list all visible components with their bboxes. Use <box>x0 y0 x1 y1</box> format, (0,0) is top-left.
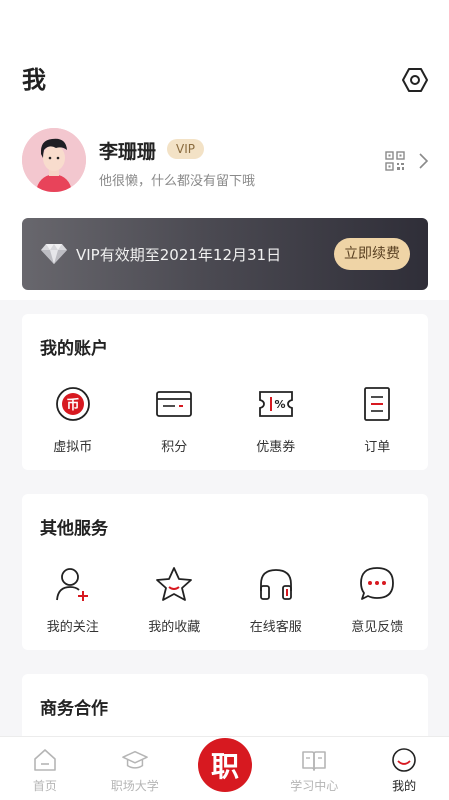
graduation-cap-icon <box>121 750 148 769</box>
header: 我 <box>22 62 429 98</box>
account-grid: 币 虚拟币 积分 % 优惠券 订单 <box>22 384 428 455</box>
qr-code-icon <box>385 151 405 171</box>
qr-code-button[interactable] <box>385 150 429 172</box>
settings-hexagon-icon <box>402 68 428 92</box>
svg-text:%: % <box>274 398 285 411</box>
service-item-following[interactable]: 我的关注 <box>22 564 124 635</box>
account-item-coupons[interactable]: % 优惠券 <box>225 384 327 455</box>
service-label-support: 在线客服 <box>249 620 302 635</box>
account-label-points: 积分 <box>161 440 188 455</box>
order-icon <box>364 387 391 421</box>
service-item-favorites[interactable]: 我的收藏 <box>124 564 226 635</box>
card-icon <box>156 391 193 417</box>
services-title: 其他服务 <box>40 519 108 539</box>
headphones-icon <box>259 569 292 600</box>
renew-button[interactable]: 立即续费 <box>334 238 410 270</box>
tab-label-learning-center: 学习中心 <box>290 779 339 793</box>
center-tab-glyph: 职 <box>210 750 239 783</box>
chat-bubble-icon <box>360 567 395 600</box>
vip-badge: VIP <box>167 139 204 159</box>
user-name: 李珊珊 <box>99 141 157 163</box>
avatar[interactable] <box>22 128 86 192</box>
diamond-icon <box>41 244 67 264</box>
account-label-coins: 虚拟币 <box>53 440 93 455</box>
account-label-coupons: 优惠券 <box>256 440 296 455</box>
services-grid: 我的关注 我的收藏 在线客服 意见反馈 <box>22 564 428 635</box>
profile-page: 我 李珊珊 VIP 他很懒，什么都没有留下哦 VIP有效期至2021年12月31… <box>0 0 449 800</box>
star-icon <box>156 567 193 601</box>
chevron-right-icon <box>419 153 429 169</box>
avatar-illustration <box>22 128 86 192</box>
services-card: 其他服务 我的关注 我的收藏 在线客服 意见反馈 <box>22 494 428 650</box>
user-add-icon <box>55 568 88 601</box>
tab-career-university[interactable]: 职场大学 <box>90 737 180 800</box>
account-item-points[interactable]: 积分 <box>124 384 226 455</box>
account-label-orders: 订单 <box>364 440 391 455</box>
service-label-favorites: 我的收藏 <box>148 620 201 635</box>
tab-home[interactable]: 首页 <box>0 737 90 800</box>
vip-expiry-text: VIP有效期至2021年12月31日 <box>76 246 282 264</box>
service-label-feedback: 意见反馈 <box>351 620 404 635</box>
tab-mine[interactable]: 我的 <box>359 737 449 800</box>
profile-section[interactable]: 李珊珊 VIP 他很懒，什么都没有留下哦 <box>22 128 429 194</box>
tab-label-home: 首页 <box>32 779 57 793</box>
home-icon <box>34 749 56 771</box>
smile-icon <box>392 748 416 772</box>
tab-learning-center[interactable]: 学习中心 <box>269 737 359 800</box>
tab-label-mine: 我的 <box>392 779 417 793</box>
tab-label-career-university: 职场大学 <box>110 779 159 793</box>
vip-card[interactable]: VIP有效期至2021年12月31日 立即续费 <box>22 218 428 290</box>
account-item-orders[interactable]: 订单 <box>327 384 429 455</box>
account-card: 我的账户 币 虚拟币 积分 % 优惠券 订单 <box>22 314 428 470</box>
center-tab-button[interactable]: 职 <box>198 738 252 792</box>
service-item-feedback[interactable]: 意见反馈 <box>327 564 429 635</box>
page-title: 我 <box>22 66 46 94</box>
account-item-coins[interactable]: 币 虚拟币 <box>22 384 124 455</box>
settings-button[interactable] <box>401 66 429 94</box>
coupon-icon: % <box>258 391 293 417</box>
service-label-following: 我的关注 <box>46 620 99 635</box>
svg-text:币: 币 <box>66 398 79 413</box>
book-icon <box>302 751 327 771</box>
coin-icon: 币 <box>55 387 90 421</box>
user-bio: 他很懒，什么都没有留下哦 <box>99 174 256 189</box>
business-title: 商务合作 <box>40 699 108 719</box>
account-title: 我的账户 <box>40 339 108 359</box>
service-item-support[interactable]: 在线客服 <box>225 564 327 635</box>
